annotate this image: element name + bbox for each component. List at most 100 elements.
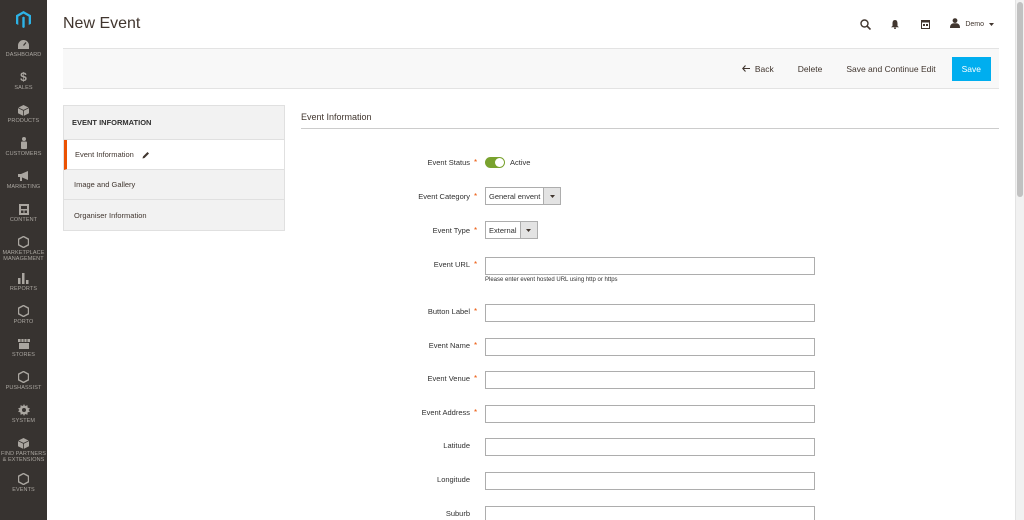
latitude-input[interactable] xyxy=(485,437,815,456)
sidebar-item-customers[interactable]: CUSTOMERS xyxy=(0,137,47,170)
arrow-left-icon xyxy=(741,64,750,74)
field-label: Event Venue xyxy=(427,373,470,383)
sidebar-item-marketing[interactable]: MARKETING xyxy=(0,170,47,203)
delete-button[interactable]: Delete xyxy=(786,57,835,81)
user-name: Demo xyxy=(965,20,984,28)
sidebar-item-pushassist[interactable]: PUSHASSIST xyxy=(0,371,47,404)
required-marker: * xyxy=(474,259,478,269)
tab-label: Event Information xyxy=(75,150,134,159)
required-marker: * xyxy=(474,340,478,350)
bar-chart-icon xyxy=(18,272,30,284)
event-status-toggle[interactable]: Active xyxy=(485,153,530,171)
sidebar-item-label: SALES xyxy=(14,85,33,91)
field-event-type: Event Type * External xyxy=(301,221,1001,241)
field-event-status: Event Status * Active xyxy=(301,153,1001,173)
admin-sidebar: DASHBOARD $ SALES PRODUCTS CUSTOMERS MAR… xyxy=(0,0,47,520)
back-button-label: Back xyxy=(754,64,774,74)
field-label: Longitude xyxy=(437,474,470,484)
sidebar-item-porto[interactable]: PORTO xyxy=(0,305,47,338)
form-tabs: EVENT INFORMATION Event Information Imag… xyxy=(63,105,285,231)
required-marker: * xyxy=(474,306,478,316)
required-marker: * xyxy=(474,407,478,417)
field-longitude: Longitude xyxy=(301,470,1001,490)
field-button-label: Button Label * xyxy=(301,302,1001,322)
pencil-icon xyxy=(142,151,150,159)
tab-image-gallery[interactable]: Image and Gallery xyxy=(64,170,284,200)
field-label: Event Name xyxy=(428,340,470,350)
field-label: Button Label xyxy=(427,306,470,316)
dashboard-icon xyxy=(18,38,30,50)
sidebar-item-sales[interactable]: $ SALES xyxy=(0,70,47,104)
gear-icon xyxy=(17,404,30,416)
tabs-title: EVENT INFORMATION xyxy=(64,106,284,140)
event-name-input[interactable] xyxy=(485,337,815,356)
page-scrollbar[interactable] xyxy=(1015,0,1024,520)
sidebar-item-label: REPORTS xyxy=(9,286,38,292)
magento-logo[interactable] xyxy=(0,0,47,38)
back-button[interactable]: Back xyxy=(730,57,786,81)
sidebar-item-dashboard[interactable]: DASHBOARD xyxy=(0,38,47,71)
person-icon xyxy=(18,137,30,149)
scrollbar-thumb[interactable] xyxy=(1017,2,1023,197)
sidebar-item-label: PUSHASSIST xyxy=(5,385,42,391)
field-label: Event Status xyxy=(427,157,470,167)
field-label: Event Type xyxy=(432,225,470,235)
save-button[interactable]: Save xyxy=(951,57,991,81)
field-event-venue: Event Venue * xyxy=(301,369,1001,389)
sidebar-item-marketplace-management[interactable]: MARKETPLACE MANAGEMENT xyxy=(0,236,47,272)
caret-down-icon xyxy=(989,21,994,28)
content-icon xyxy=(18,203,30,215)
event-address-input[interactable] xyxy=(485,404,815,423)
field-event-category: Event Category * General envent xyxy=(301,187,1001,207)
section-title: Event Information xyxy=(301,112,372,122)
event-category-select[interactable]: General envent xyxy=(485,187,562,205)
suburb-input[interactable] xyxy=(485,505,815,520)
field-label: Latitude xyxy=(443,440,470,450)
sidebar-item-system[interactable]: SYSTEM xyxy=(0,404,47,437)
event-venue-input[interactable] xyxy=(485,370,815,389)
page-actions-bar: Back Delete Save and Continue Edit Save xyxy=(63,48,999,89)
field-label: Event Category xyxy=(418,191,470,201)
sidebar-item-label: PRODUCTS xyxy=(7,118,40,124)
button-label-input[interactable] xyxy=(485,303,815,322)
toggle-state-label: Active xyxy=(510,157,531,167)
event-type-select[interactable]: External xyxy=(485,221,538,239)
sidebar-item-content[interactable]: CONTENT xyxy=(0,203,47,236)
hexagon-icon xyxy=(18,371,30,383)
store-icon xyxy=(17,338,30,350)
tab-organiser-information[interactable]: Organiser Information xyxy=(64,200,284,230)
required-marker: * xyxy=(474,225,478,235)
sidebar-item-products[interactable]: PRODUCTS xyxy=(0,104,47,137)
field-event-name: Event Name * xyxy=(301,336,1001,356)
tab-label: Image and Gallery xyxy=(74,180,136,189)
event-url-input[interactable] xyxy=(485,256,815,275)
save-continue-button[interactable]: Save and Continue Edit xyxy=(834,57,947,81)
search-icon[interactable] xyxy=(850,15,880,33)
required-marker: * xyxy=(474,157,478,167)
bell-icon[interactable] xyxy=(880,15,910,33)
chevron-down-icon xyxy=(519,222,537,238)
cube-icon xyxy=(18,104,30,116)
sidebar-item-label: MANAGEMENT xyxy=(3,256,44,262)
calendar-icon[interactable] xyxy=(910,15,940,33)
sidebar-item-reports[interactable]: REPORTS xyxy=(0,272,47,305)
partners-icon xyxy=(18,437,30,449)
longitude-input[interactable] xyxy=(485,471,815,490)
field-label: Suburb xyxy=(445,508,470,518)
sidebar-item-events[interactable]: EVENTS xyxy=(0,473,47,506)
sidebar-item-stores[interactable]: STORES xyxy=(0,338,47,371)
sidebar-item-label: CONTENT xyxy=(9,217,38,223)
field-event-address: Event Address * xyxy=(301,403,1001,423)
sidebar-item-find-partners[interactable]: FIND PARTNERS & EXTENSIONS xyxy=(0,437,47,473)
select-value: General envent xyxy=(489,191,541,201)
required-marker: * xyxy=(474,191,478,201)
tab-event-information[interactable]: Event Information xyxy=(64,140,284,170)
field-label: Event Address xyxy=(421,407,470,417)
user-menu[interactable]: Demo xyxy=(950,18,994,30)
hexagon-icon xyxy=(18,305,30,317)
sidebar-item-label: PORTO xyxy=(13,319,34,325)
toggle-switch[interactable] xyxy=(485,156,505,168)
sidebar-item-label: EVENTS xyxy=(12,487,35,493)
section-divider xyxy=(301,128,999,129)
field-latitude: Latitude xyxy=(301,436,1001,456)
